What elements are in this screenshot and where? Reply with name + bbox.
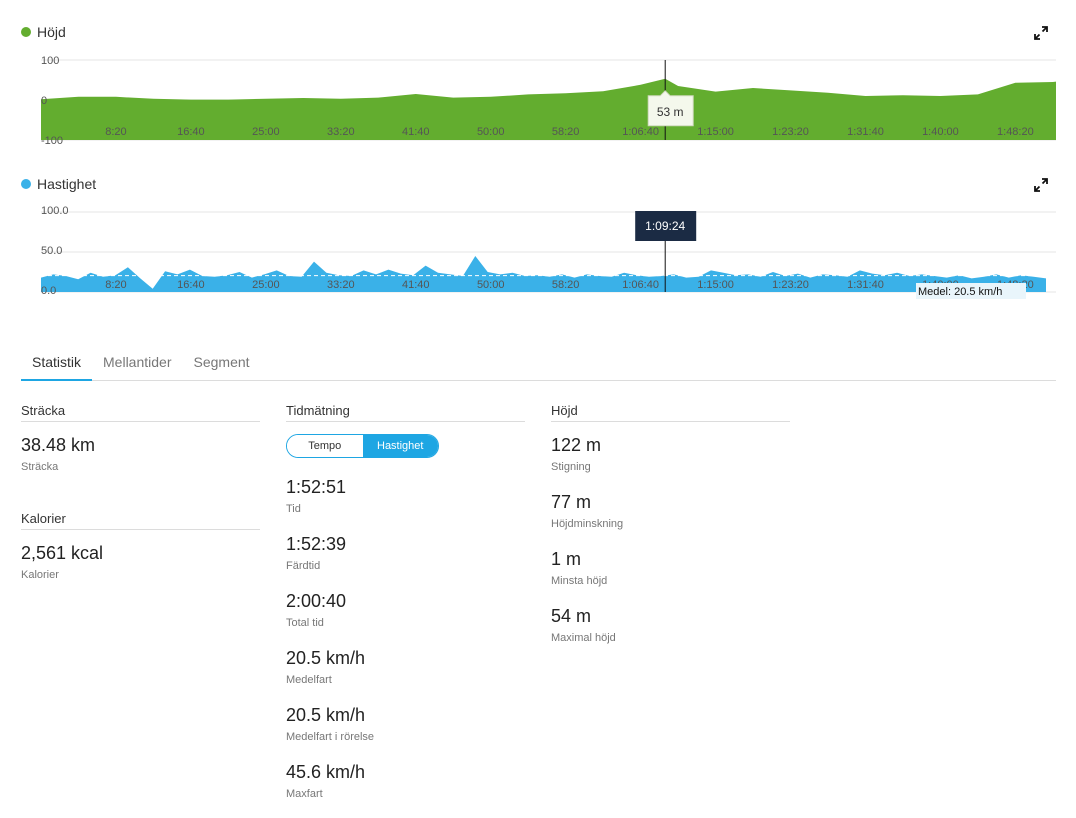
stat-value: 1:52:51 — [286, 477, 347, 497]
speed-plot[interactable]: 100.0 50.0 0.0 8:20 16:40 25:00 33:20 41:40 50:0… — [0, 0, 1076, 310]
distance-section-title: Sträcka — [21, 403, 260, 422]
stat-label: Höjdminskning — [551, 518, 624, 530]
stat-value: 77 m — [551, 492, 592, 512]
stat-calories: 2,561 kcal Kalorier — [21, 543, 260, 581]
x-tick-label: 1:31:40 — [847, 279, 884, 291]
timing-section-title: Tidmätning — [286, 403, 525, 422]
stat-time: 1:52:51 Tid — [286, 477, 525, 515]
distance-section: Sträcka 38.48 km Sträcka — [21, 403, 260, 473]
toggle-hastighet[interactable]: Hastighet — [362, 435, 438, 457]
y-tick-label: 50.0 — [41, 245, 62, 257]
tab-statistik[interactable]: Statistik — [21, 348, 93, 381]
x-tick-label: 25:00 — [252, 279, 280, 291]
stat-value: 20.5 km/h — [286, 705, 366, 725]
stat-value: 20.5 km/h — [286, 648, 366, 668]
x-tick-label: 58:20 — [552, 279, 580, 291]
stat-descent: 77 m Höjdminskning — [551, 492, 790, 530]
stat-label: Maxfart — [286, 788, 323, 800]
calories-section: Kalorier 2,561 kcal Kalorier — [21, 511, 260, 581]
stat-max-elevation: 54 m Maximal höjd — [551, 606, 790, 644]
stats-tabs: Statistik Mellantider Segment — [21, 348, 1056, 381]
stat-value: 1:52:39 — [286, 534, 347, 554]
stat-total-time: 2:00:40 Total tid — [286, 591, 525, 629]
stat-ascent: 122 m Stigning — [551, 435, 790, 473]
stat-avg-speed: 20.5 km/h Medelfart — [286, 648, 525, 686]
average-label: Medel: 20.5 km/h — [916, 283, 1026, 299]
stat-min-elevation: 1 m Minsta höjd — [551, 549, 790, 587]
stat-value: 1 m — [551, 549, 582, 569]
tab-segment[interactable]: Segment — [183, 348, 261, 381]
speed-tooltip: 1:09:24 — [635, 211, 697, 241]
stat-label: Medelfart i rörelse — [286, 731, 375, 743]
x-tick-label: 1:06:40 — [622, 279, 659, 291]
stats-column-elevation: Höjd 122 m Stigning 77 m Höjdminskning 1… — [551, 403, 790, 644]
stat-label: Tid — [286, 503, 301, 515]
y-tick-label: 0.0 — [41, 285, 56, 297]
y-tick-label: 100.0 — [41, 205, 69, 217]
stat-label: Sträcka — [21, 461, 59, 473]
stat-moving-time: 1:52:39 Färdtid — [286, 534, 525, 572]
stat-label: Medelfart — [286, 674, 332, 686]
stat-value: 2:00:40 — [286, 591, 347, 611]
stat-value: 2,561 kcal — [21, 543, 104, 563]
calories-section-title: Kalorier — [21, 511, 260, 530]
stats-column-timing: Tidmätning Tempo Hastighet 1:52:51 Tid 1… — [286, 403, 525, 800]
toggle-tempo[interactable]: Tempo — [287, 435, 363, 457]
average-label-text: Medel: 20.5 km/h — [918, 286, 1002, 298]
stat-value: 45.6 km/h — [286, 762, 366, 782]
stat-label: Stigning — [551, 461, 591, 473]
stat-value: 122 m — [551, 435, 602, 455]
stat-label: Kalorier — [21, 569, 59, 581]
stat-value: 54 m — [551, 606, 592, 626]
tooltip-text: 1:09:24 — [645, 219, 685, 233]
stat-distance: 38.48 km Sträcka — [21, 435, 260, 473]
x-tick-label: 1:15:00 — [697, 279, 734, 291]
stat-max-speed: 45.6 km/h Maxfart — [286, 762, 525, 800]
x-tick-label: 33:20 — [327, 279, 355, 291]
stat-label: Total tid — [286, 617, 324, 629]
stat-label: Minsta höjd — [551, 575, 608, 587]
x-tick-label: 50:00 — [477, 279, 505, 291]
x-tick-label: 1:23:20 — [772, 279, 809, 291]
stat-value: 38.48 km — [21, 435, 96, 455]
x-tick-label: 41:40 — [402, 279, 430, 291]
x-tick-label: 16:40 — [177, 279, 205, 291]
x-tick-label: 8:20 — [105, 279, 126, 291]
elevation-section-title: Höjd — [551, 403, 790, 422]
pace-speed-toggle: Tempo Hastighet — [286, 434, 439, 458]
stat-label: Färdtid — [286, 560, 321, 572]
stat-label: Maximal höjd — [551, 632, 616, 644]
tab-mellantider[interactable]: Mellantider — [92, 348, 182, 381]
stat-avg-moving-speed: 20.5 km/h Medelfart i rörelse — [286, 705, 525, 743]
stats-column-distance-calories: Sträcka 38.48 km Sträcka Kalorier 2,561 … — [21, 403, 260, 581]
